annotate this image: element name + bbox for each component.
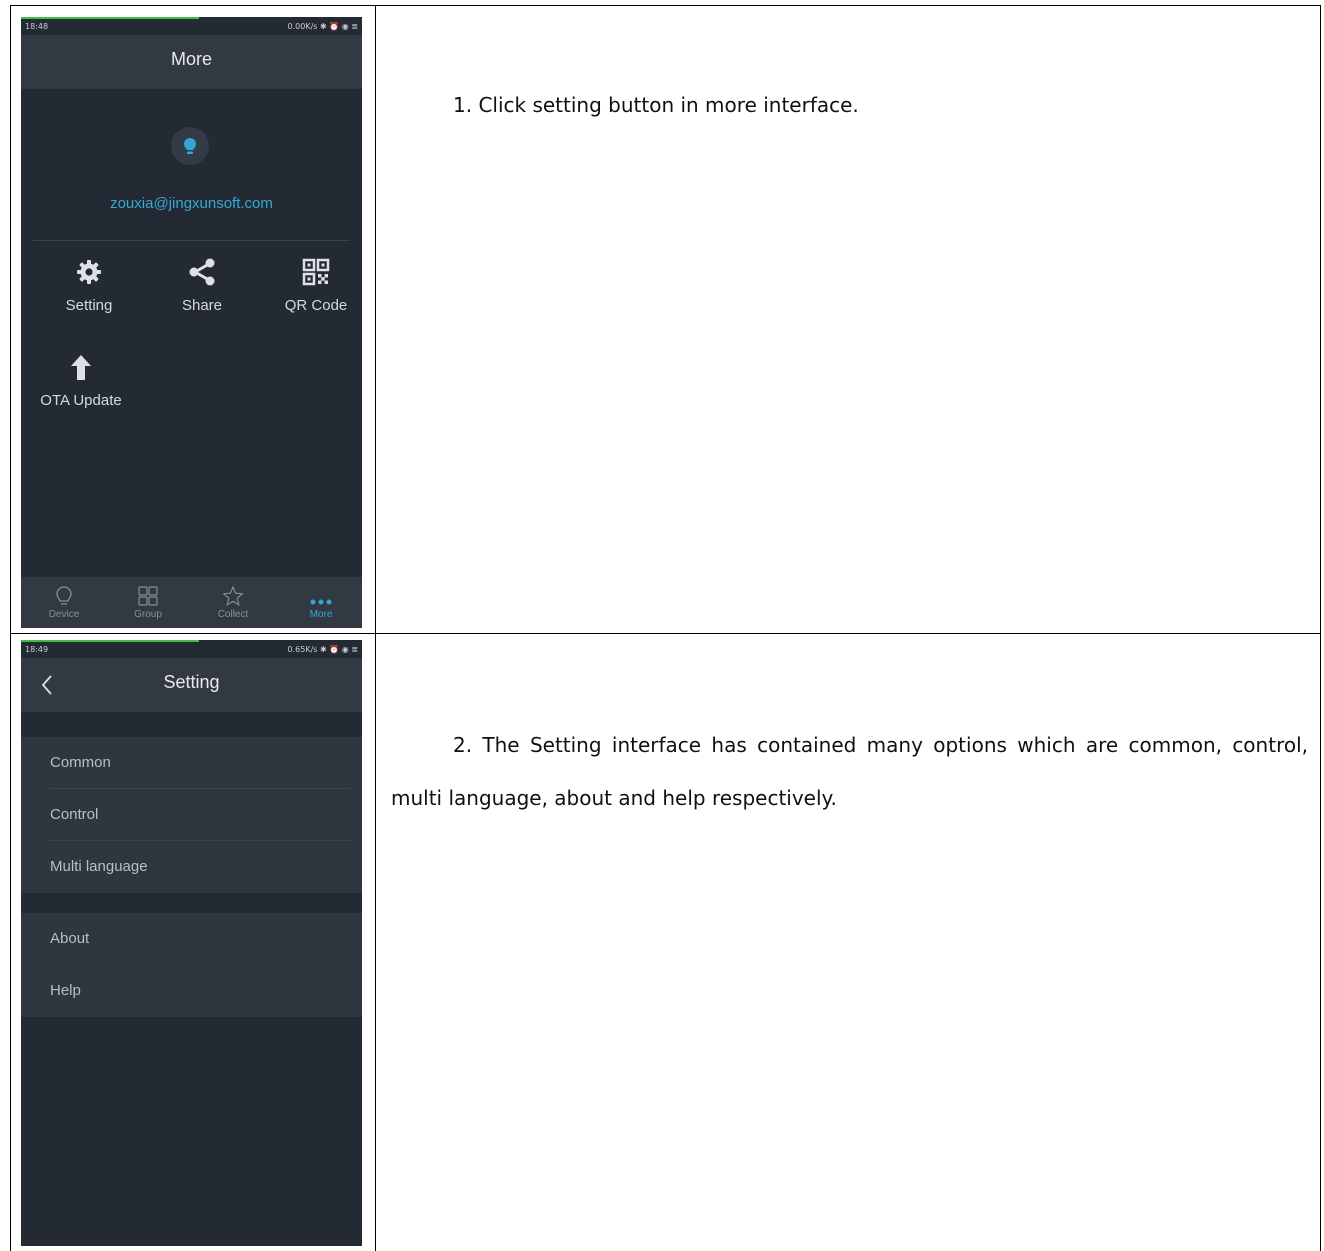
tile-label: Setting	[65, 297, 113, 314]
page-title: More	[170, 49, 212, 69]
setting-button[interactable]: Setting	[39, 255, 139, 314]
tile-label: Share	[181, 297, 223, 314]
nav-label: More	[309, 609, 333, 620]
step-2-text: 2. The Setting interface has contained m…	[391, 733, 1308, 810]
bottom-nav: Device Group Collect More	[21, 577, 362, 628]
account-email[interactable]: zouxia@jingxunsoft.com	[21, 195, 362, 212]
nav-label: Device	[48, 609, 80, 620]
status-indicators: 0.00K/s ✱ ⏰ ◉ ≣	[287, 22, 358, 31]
ota-update-button[interactable]: OTA Update	[31, 350, 131, 409]
qr-code-icon	[266, 255, 362, 289]
setting-screen: 18:49 0.65K/s ✱ ⏰ ◉ ≣ Setting Common Con…	[21, 640, 362, 1246]
progress-line	[21, 640, 199, 642]
status-indicators: 0.65K/s ✱ ⏰ ◉ ≣	[287, 645, 358, 654]
nav-group[interactable]: Group	[113, 577, 183, 620]
page-title: Setting	[163, 672, 220, 692]
title-bar: More	[21, 35, 362, 89]
step-1-text: 1. Click setting button in more interfac…	[453, 93, 859, 117]
share-icon	[152, 255, 252, 289]
progress-line	[21, 17, 199, 19]
menu-item-common[interactable]: Common	[21, 737, 362, 789]
more-screen: 18:48 0.00K/s ✱ ⏰ ◉ ≣ More zouxia@jingxu…	[21, 17, 362, 628]
arrow-up-icon	[31, 350, 131, 384]
menu-item-control[interactable]: Control	[21, 789, 362, 841]
settings-group-info: About Help	[21, 913, 362, 1017]
share-button[interactable]: Share	[152, 255, 252, 314]
nav-device[interactable]: Device	[29, 577, 99, 620]
status-bar: 18:48 0.00K/s ✱ ⏰ ◉ ≣	[21, 17, 362, 35]
star-icon	[198, 577, 268, 607]
bulb-outline-icon	[29, 577, 99, 607]
table-row-step-1: 18:48 0.00K/s ✱ ⏰ ◉ ≣ More zouxia@jingxu…	[11, 6, 1320, 634]
bulb-icon	[171, 127, 209, 165]
nav-collect[interactable]: Collect	[198, 577, 268, 620]
more-dots-icon	[286, 577, 356, 607]
tile-label: OTA Update	[40, 392, 122, 409]
title-bar: Setting	[21, 658, 362, 712]
step-2-cell: 2. The Setting interface has contained m…	[376, 633, 1320, 1251]
nav-label: Collect	[217, 609, 249, 620]
divider	[33, 240, 350, 241]
menu-item-help[interactable]: Help	[21, 965, 362, 1017]
grid-icon	[113, 577, 183, 607]
tile-label: QR Code	[284, 297, 348, 314]
gear-icon	[39, 255, 139, 289]
settings-group-main: Common Control Multi language	[21, 737, 362, 893]
status-time: 18:48	[25, 22, 49, 31]
menu-item-multi-language[interactable]: Multi language	[21, 841, 362, 893]
table-row-step-2: 18:49 0.65K/s ✱ ⏰ ◉ ≣ Setting Common Con…	[11, 633, 1320, 1251]
step-1-cell: 1. Click setting button in more interfac…	[376, 6, 1320, 633]
menu-item-about[interactable]: About	[21, 913, 362, 965]
status-bar: 18:49 0.65K/s ✱ ⏰ ◉ ≣	[21, 640, 362, 658]
status-time: 18:49	[25, 645, 49, 654]
instruction-table: 18:48 0.00K/s ✱ ⏰ ◉ ≣ More zouxia@jingxu…	[10, 5, 1321, 1251]
nav-label: Group	[134, 609, 162, 620]
nav-more[interactable]: More	[286, 577, 356, 620]
qr-code-button[interactable]: QR Code	[266, 255, 362, 314]
